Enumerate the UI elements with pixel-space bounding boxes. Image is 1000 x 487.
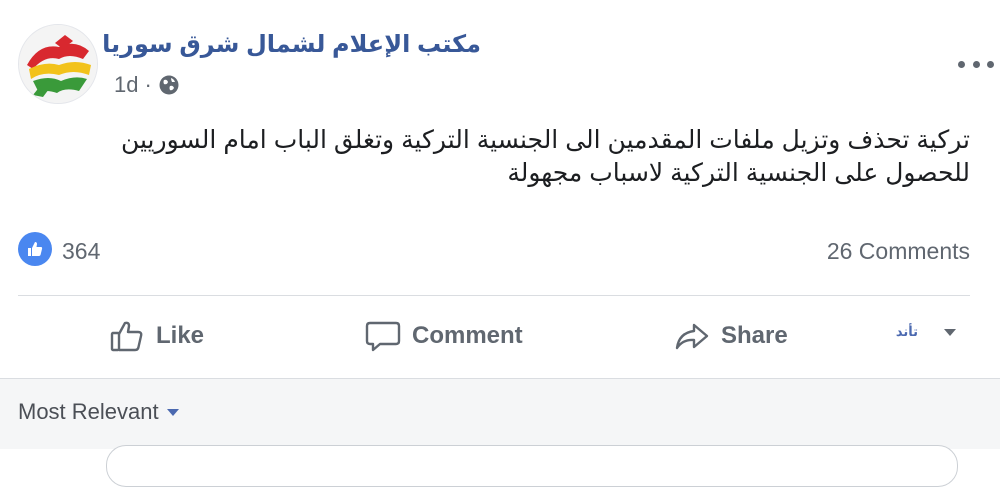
audience-selector[interactable]: تأند	[896, 324, 956, 340]
comment-sort-dropdown[interactable]: Most Relevant	[18, 399, 179, 425]
sort-label: Most Relevant	[18, 399, 159, 424]
page-name[interactable]: مكتب الإعلام لشمال شرق سوريا	[102, 30, 481, 59]
page-logo-icon	[19, 25, 97, 103]
page-avatar[interactable]	[18, 24, 98, 104]
more-options-icon[interactable]	[958, 52, 994, 76]
post-text: تركية تحذف وتزيل ملفات المقدمين الى الجن…	[30, 124, 970, 190]
post-stats: 364 26 Comments	[18, 230, 970, 272]
chevron-down-icon	[166, 408, 179, 416]
like-reaction-icon[interactable]	[18, 232, 52, 266]
comments-section: Most Relevant	[0, 378, 1000, 487]
more-dot	[958, 60, 965, 68]
thumbs-up-icon	[28, 242, 43, 256]
post-text-line: تركية تحذف وتزيل ملفات المقدمين الى الجن…	[120, 126, 970, 154]
comment-label: Comment	[412, 322, 523, 349]
divider	[18, 295, 970, 296]
comment-icon	[365, 321, 401, 352]
post-time[interactable]: 1d	[114, 72, 138, 98]
post-header: مكتب الإعلام لشمال شرق سوريا 1d ·	[18, 24, 1000, 108]
more-dot	[987, 60, 994, 68]
thumbs-up-outline-icon	[110, 321, 143, 352]
globe-icon	[159, 75, 179, 95]
comments-count[interactable]: 26 Comments	[827, 238, 970, 265]
post-actions: Like Comment Share تأند	[18, 300, 970, 372]
post-meta: 1d ·	[114, 72, 180, 98]
meta-separator: ·	[144, 72, 152, 97]
like-label: Like	[156, 322, 205, 349]
comment-button[interactable]: Comment	[364, 310, 523, 362]
share-label: Share	[721, 322, 788, 349]
like-button[interactable]: Like	[108, 310, 204, 362]
page-badge-icon: تأند	[895, 324, 918, 339]
more-dot	[972, 60, 980, 68]
comment-input[interactable]	[106, 445, 958, 487]
like-count[interactable]: 364	[62, 238, 100, 265]
share-icon	[675, 323, 709, 350]
share-button[interactable]: Share	[673, 310, 788, 362]
chevron-down-icon	[944, 328, 956, 336]
post-text-line: للحصول على الجنسية التركية لاسباب مجهولة	[507, 159, 970, 187]
post-card: مكتب الإعلام لشمال شرق سوريا 1d · تركية …	[0, 0, 1000, 378]
